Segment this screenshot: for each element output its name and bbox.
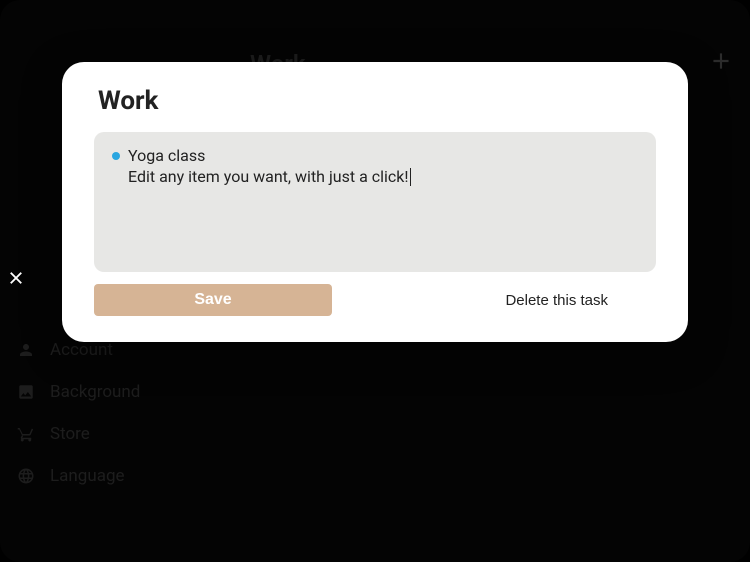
sidebar-item-language: Language [16,466,140,486]
person-icon [16,340,36,360]
modal-title: Work [98,86,656,116]
close-icon[interactable] [4,266,28,290]
sidebar-item-label: Account [50,340,113,360]
add-icon [706,46,736,76]
sidebar-item-background: Background [16,382,140,402]
task-row: Yoga class [112,146,638,165]
edit-task-modal: Work Yoga class Edit any item you want, … [62,62,688,342]
hint-text-line[interactable]: Edit any item you want, with just a clic… [128,167,638,186]
text-cursor-icon [410,168,411,186]
sidebar-item-label: Language [50,466,125,486]
image-icon [16,382,36,402]
sidebar-item-store: Store [16,424,140,444]
save-button[interactable]: Save [94,284,332,316]
globe-icon [16,466,36,486]
bullet-icon [112,152,120,160]
cart-icon [16,424,36,444]
modal-actions: Save Delete this task [94,284,656,316]
task-text[interactable]: Yoga class [128,146,205,165]
sidebar-item-label: Background [50,382,140,402]
delete-task-button[interactable]: Delete this task [493,286,620,315]
hint-text: Edit any item you want, with just a clic… [128,167,409,186]
task-edit-area[interactable]: Yoga class Edit any item you want, with … [94,132,656,272]
sidebar-item-label: Store [50,424,90,444]
sidebar-dimmed: Account Background Store Language [16,340,140,486]
sidebar-item-account: Account [16,340,140,360]
